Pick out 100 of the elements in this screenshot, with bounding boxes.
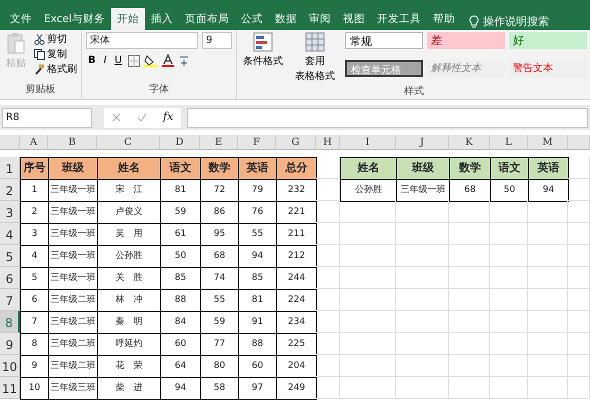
tell-me-search[interactable]: 操作说明搜索 <box>482 14 549 30</box>
row-header[interactable]: 2 <box>0 179 20 201</box>
empty-cell[interactable] <box>340 245 396 267</box>
ribbon-tab[interactable]: 开发工具 <box>370 8 427 30</box>
empty-cell[interactable] <box>396 311 449 333</box>
column-header[interactable]: M <box>528 135 568 150</box>
empty-cell[interactable] <box>568 311 590 333</box>
empty-cell[interactable] <box>490 333 528 355</box>
empty-cell[interactable] <box>340 223 396 245</box>
cell-style-option[interactable]: 好 <box>509 32 587 49</box>
empty-cell[interactable] <box>568 245 590 267</box>
empty-cell[interactable] <box>340 355 396 377</box>
empty-cell[interactable] <box>340 377 396 399</box>
row-header[interactable]: 5 <box>0 245 20 267</box>
empty-cell[interactable] <box>340 267 396 289</box>
column-header[interactable]: J <box>396 135 449 150</box>
empty-cell[interactable] <box>490 245 528 267</box>
empty-cell[interactable] <box>396 245 449 267</box>
cell-style-option[interactable]: 常规 <box>345 32 423 49</box>
empty-cell[interactable] <box>528 201 568 223</box>
empty-cell[interactable] <box>528 333 568 355</box>
copy-button[interactable]: 复制 <box>32 47 79 62</box>
table-format-button[interactable]: 套用 表格格式 <box>293 32 337 84</box>
empty-cell[interactable] <box>568 267 590 289</box>
empty-cell[interactable] <box>449 377 490 399</box>
row-header[interactable]: 1 <box>0 157 20 179</box>
formula-field[interactable] <box>187 108 588 128</box>
column-header[interactable]: C <box>97 135 160 150</box>
empty-cell[interactable] <box>449 355 490 377</box>
empty-cell[interactable] <box>340 333 396 355</box>
bold-button[interactable]: B <box>86 53 98 68</box>
empty-cell[interactable] <box>490 311 528 333</box>
row-header[interactable]: 8 <box>0 311 20 333</box>
column-header[interactable]: D <box>160 135 200 150</box>
font-size-field[interactable]: 9 <box>202 32 232 49</box>
empty-cell[interactable] <box>568 223 590 245</box>
empty-cell[interactable] <box>449 201 490 223</box>
empty-cell[interactable] <box>490 377 528 399</box>
empty-cell[interactable] <box>396 355 449 377</box>
empty-cell[interactable] <box>396 201 449 223</box>
empty-cell[interactable] <box>449 311 490 333</box>
empty-cell[interactable] <box>568 355 590 377</box>
empty-cell[interactable] <box>449 245 490 267</box>
empty-cell[interactable] <box>528 245 568 267</box>
empty-cell[interactable] <box>490 201 528 223</box>
ribbon-tab[interactable]: 帮助 <box>426 8 461 30</box>
font-name-field[interactable]: 宋体 <box>86 32 198 49</box>
conditional-format-button[interactable]: 条件格式 <box>241 32 285 84</box>
ribbon-tab[interactable]: 视图 <box>336 8 371 30</box>
empty-cell[interactable] <box>340 201 396 223</box>
row-header[interactable]: 7 <box>0 289 20 311</box>
ribbon-tab[interactable]: 公式 <box>234 8 269 30</box>
empty-cell[interactable] <box>449 223 490 245</box>
row-header[interactable]: 3 <box>0 201 20 223</box>
ribbon-tab[interactable]: Excel与财务 <box>38 8 111 30</box>
cell-style-option[interactable]: 差 <box>427 32 505 49</box>
column-header[interactable]: H <box>316 135 340 150</box>
column-header[interactable]: I <box>340 135 396 150</box>
empty-cell[interactable] <box>396 289 449 311</box>
empty-cell[interactable] <box>396 333 449 355</box>
empty-cell[interactable] <box>449 289 490 311</box>
empty-cell[interactable] <box>490 223 528 245</box>
ribbon-tab[interactable]: 文件 <box>4 8 38 30</box>
empty-cell[interactable] <box>568 333 590 355</box>
column-header[interactable]: E <box>200 135 238 150</box>
column-header[interactable]: A <box>20 135 48 150</box>
column-header[interactable]: L <box>490 135 528 150</box>
cell-style-option[interactable]: 解释性文本 <box>427 60 505 77</box>
empty-cell[interactable] <box>396 223 449 245</box>
ribbon-tab[interactable]: 插入 <box>144 8 179 30</box>
empty-cell[interactable] <box>340 289 396 311</box>
cut-button[interactable]: 剪切 <box>32 32 79 47</box>
empty-cell[interactable] <box>528 289 568 311</box>
empty-cell[interactable] <box>340 311 396 333</box>
empty-cell[interactable] <box>449 333 490 355</box>
empty-cell[interactable] <box>528 377 568 399</box>
empty-cell[interactable] <box>490 267 528 289</box>
empty-cell[interactable] <box>449 267 490 289</box>
empty-cell[interactable] <box>490 289 528 311</box>
ribbon-tab[interactable]: 开始 <box>110 8 145 30</box>
column-header[interactable]: G <box>276 135 316 150</box>
ribbon-tab[interactable]: 数据 <box>268 8 303 30</box>
format-painter-button[interactable]: 格式刷 <box>32 62 79 77</box>
underline-button[interactable]: U <box>112 53 124 68</box>
empty-cell[interactable] <box>528 267 568 289</box>
name-box[interactable]: R8 <box>2 108 92 128</box>
select-all-corner[interactable] <box>0 135 20 150</box>
function-button[interactable]: fx <box>163 109 174 126</box>
ribbon-tab[interactable]: 页面布局 <box>178 8 235 30</box>
italic-button[interactable]: I <box>102 53 109 68</box>
row-header[interactable]: 11 <box>0 377 20 399</box>
empty-cell[interactable] <box>568 201 590 223</box>
row-header[interactable]: 4 <box>0 223 20 245</box>
row-header[interactable]: 9 <box>0 333 20 355</box>
row-header[interactable]: 10 <box>0 355 20 377</box>
empty-cell[interactable] <box>396 267 449 289</box>
column-header[interactable]: B <box>48 135 97 150</box>
ribbon-tab[interactable]: 审阅 <box>302 8 337 30</box>
empty-cell[interactable] <box>396 377 449 399</box>
empty-cell[interactable] <box>568 289 590 311</box>
